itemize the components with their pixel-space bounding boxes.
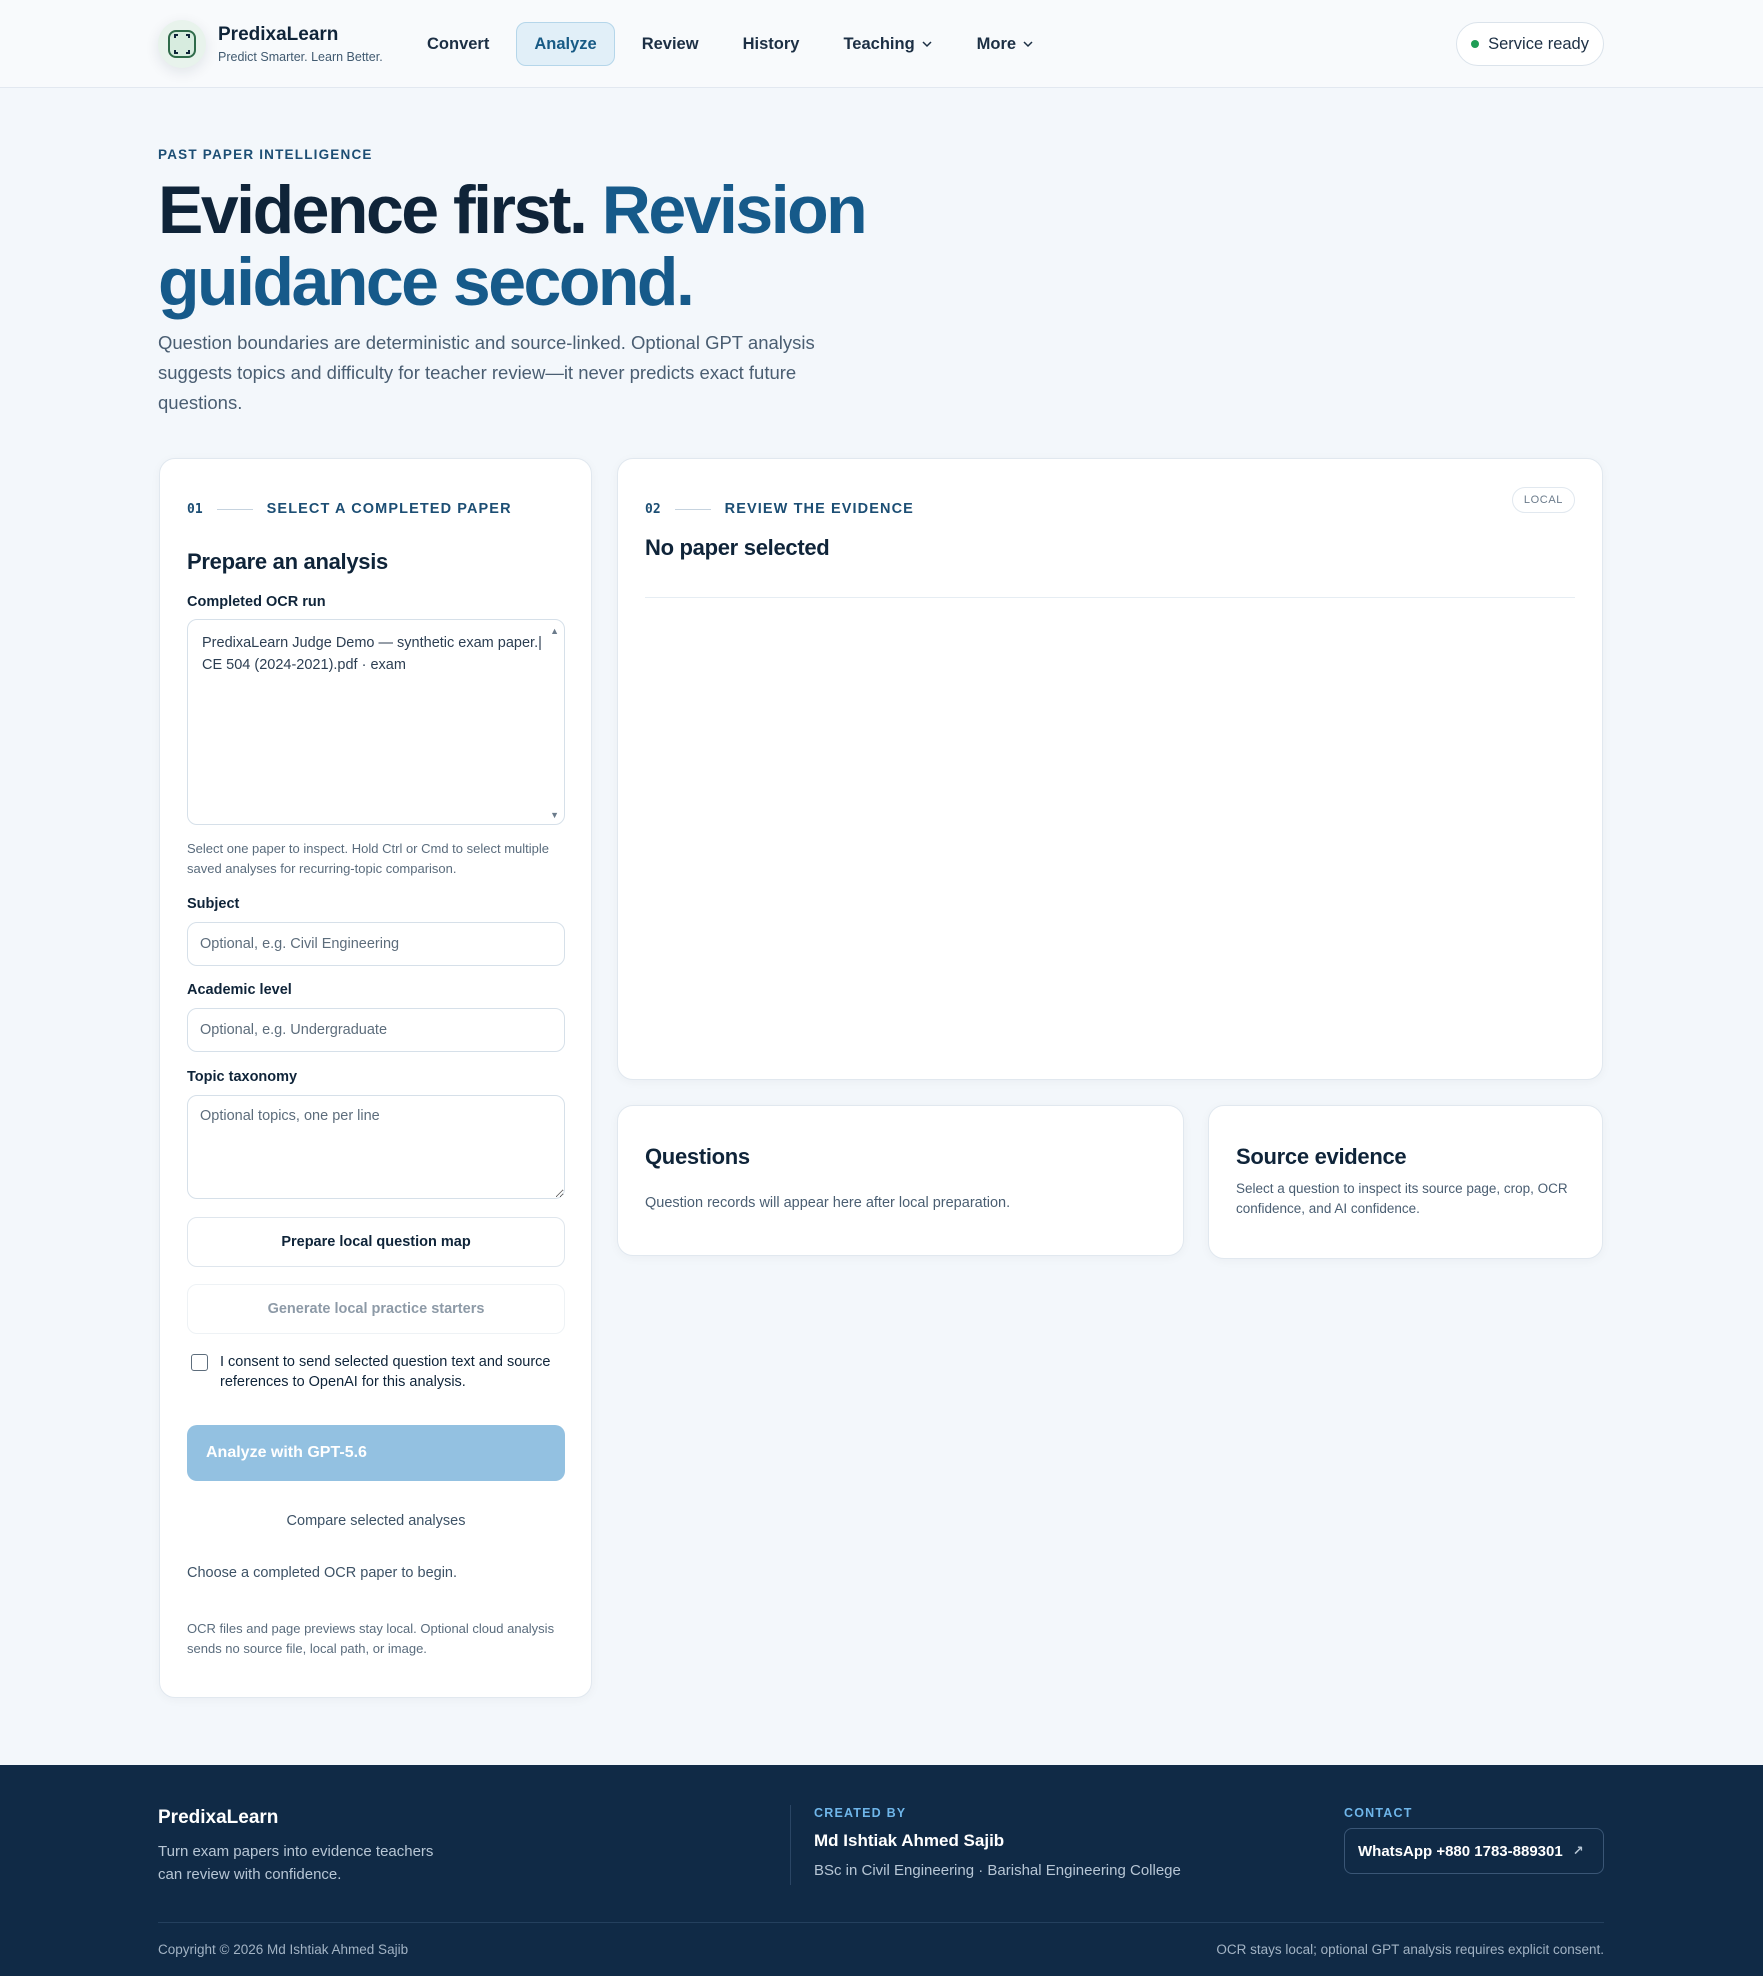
footer-description: Turn exam papers into evidence teachers … [158, 1843, 434, 1883]
subject-label: Subject [187, 896, 240, 912]
source-evidence-heading: Source evidence [1236, 1144, 1407, 1169]
prepare-question-map-button[interactable]: Prepare local question map [187, 1217, 565, 1267]
nav-more-label: More [976, 34, 1017, 53]
ocr-run-help: Select one paper to inspect. Hold Ctrl o… [187, 841, 550, 876]
questions-card: Questions Question records will appear h… [617, 1105, 1184, 1256]
local-badge: LOCAL [1511, 487, 1575, 513]
review-evidence-card: 02 REVIEW THE EVIDENCE LOCAL No paper se… [617, 458, 1603, 1080]
nav-analyze[interactable]: Analyze [516, 22, 615, 66]
source-evidence-card: Source evidence Select a question to ins… [1208, 1105, 1603, 1259]
generate-practice-starters-button[interactable]: Generate local practice starters [187, 1284, 565, 1334]
ocr-run-label: Completed OCR run [187, 594, 326, 610]
service-status-badge: Service ready [1456, 22, 1604, 66]
hero-eyebrow: PAST PAPER INTELLIGENCE [158, 147, 373, 162]
top-nav: PredixaLearn Predict Smarter. Learn Bett… [0, 0, 1763, 88]
hero-title-part1: Evidence first. [158, 172, 588, 248]
whatsapp-contact-button[interactable]: WhatsApp +880 1783-889301 ↗ [1344, 1828, 1604, 1874]
nav-teaching[interactable]: Teaching [826, 22, 949, 66]
scroll-up-icon[interactable]: ▲ [550, 626, 559, 636]
brand-name: PredixaLearn [218, 24, 339, 45]
created-by-label: CREATED BY [814, 1806, 907, 1820]
nav-teaching-label: Teaching [843, 34, 915, 53]
consent-text: I consent to send selected question text… [220, 1354, 551, 1390]
scroll-down-icon[interactable]: ▼ [550, 810, 559, 820]
academic-level-input[interactable] [187, 1008, 565, 1052]
step-header: 01 SELECT A COMPLETED PAPER [187, 501, 512, 517]
nav-review[interactable]: Review [625, 22, 716, 66]
contact-label: CONTACT [1344, 1806, 1413, 1820]
divider [645, 597, 1575, 598]
external-link-icon: ↗ [1572, 1843, 1584, 1858]
review-heading: No paper selected [645, 535, 830, 560]
hero-title: Evidence first. Revision guidance second… [158, 174, 1058, 318]
analysis-status-text: Choose a completed OCR paper to begin. [187, 1565, 458, 1581]
creator-name: Md Ishtiak Ahmed Sajib [814, 1831, 1005, 1850]
academic-level-label: Academic level [187, 982, 292, 998]
footer: PredixaLearn Turn exam papers into evide… [0, 1765, 1763, 1976]
chevron-down-icon [1023, 41, 1033, 48]
step-number: 02 [645, 501, 661, 517]
brand[interactable]: PredixaLearn Predict Smarter. Learn Bett… [158, 20, 383, 68]
nav-links: Convert Analyze Review History Teaching … [410, 22, 1061, 66]
questions-empty-text: Question records will appear here after … [645, 1195, 1011, 1211]
logo-icon [158, 20, 206, 68]
whatsapp-contact-text: WhatsApp +880 1783-889301 [1358, 1842, 1563, 1860]
footer-brand: PredixaLearn [158, 1807, 279, 1828]
topic-taxonomy-label: Topic taxonomy [187, 1069, 298, 1085]
consent-checkbox[interactable] [191, 1354, 208, 1371]
nav-more[interactable]: More [960, 22, 1051, 66]
card-heading: Prepare an analysis [187, 549, 388, 574]
hero-subtitle: Question boundaries are deterministic an… [158, 332, 815, 413]
questions-heading: Questions [645, 1144, 750, 1169]
subject-input[interactable] [187, 922, 565, 966]
step-header: 02 REVIEW THE EVIDENCE [645, 501, 914, 517]
analyze-gpt-button[interactable]: Analyze with GPT-5.6 [187, 1425, 565, 1481]
copyright: Copyright © 2026 Md Ishtiak Ahmed Sajib [158, 1942, 409, 1957]
step-label: REVIEW THE EVIDENCE [724, 501, 914, 517]
ocr-run-listbox[interactable]: PredixaLearn Judge Demo — synthetic exam… [187, 619, 565, 825]
topic-taxonomy-textarea[interactable] [187, 1095, 565, 1199]
nav-convert[interactable]: Convert [410, 22, 506, 66]
nav-history[interactable]: History [726, 22, 817, 66]
consent-row[interactable]: I consent to send selected question text… [191, 1352, 561, 1392]
chevron-down-icon [922, 41, 932, 48]
status-dot-icon [1471, 40, 1480, 48]
footer-note: OCR stays local; optional GPT analysis r… [1216, 1942, 1604, 1957]
privacy-note: OCR files and page previews stay local. … [187, 1621, 555, 1656]
step-number: 01 [187, 501, 203, 517]
service-status-text: Service ready [1488, 34, 1589, 53]
step-label: SELECT A COMPLETED PAPER [266, 501, 512, 517]
brand-tagline: Predict Smarter. Learn Better. [218, 50, 383, 64]
compare-analyses-link[interactable]: Compare selected analyses [187, 1513, 565, 1529]
creator-degree: BSc in Civil Engineering · Barishal Engi… [814, 1862, 1181, 1879]
ocr-run-option[interactable]: PredixaLearn Judge Demo — synthetic exam… [202, 632, 544, 676]
prepare-analysis-card: 01 SELECT A COMPLETED PAPER Prepare an a… [159, 458, 592, 1698]
source-evidence-text: Select a question to inspect its source … [1236, 1181, 1568, 1216]
